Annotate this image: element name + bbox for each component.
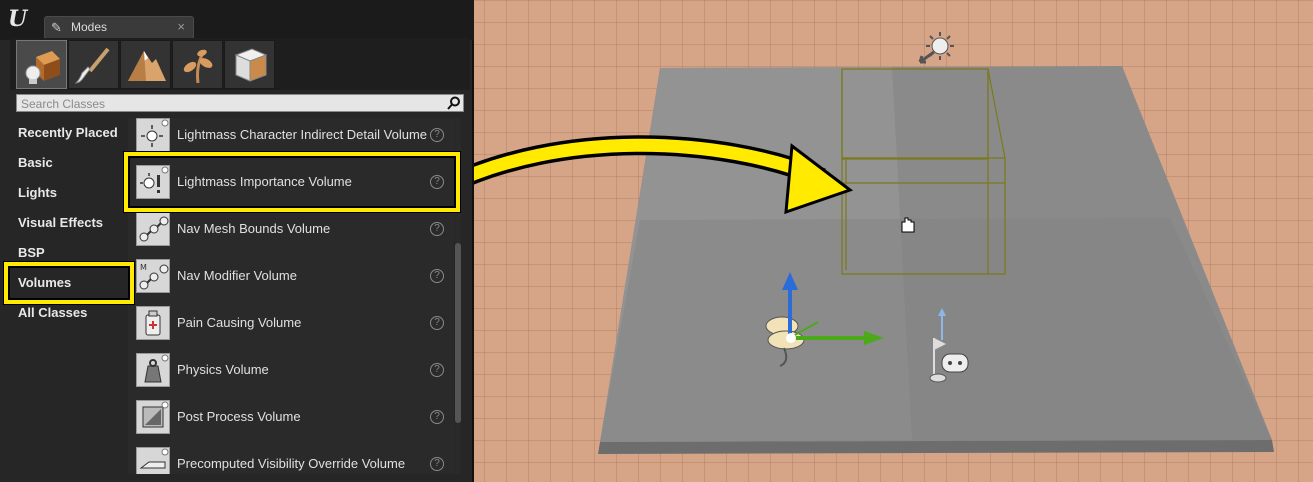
search-icon[interactable] [447, 96, 461, 110]
class-label: Nav Mesh Bounds Volume [177, 221, 331, 236]
foliage-mode-button[interactable] [172, 40, 223, 89]
help-icon[interactable]: ? [430, 316, 444, 330]
category-all-classes[interactable]: All Classes [18, 301, 130, 325]
highlight-volumes-category [4, 262, 134, 304]
search-classes-field[interactable] [16, 94, 464, 113]
pain-causing-icon [136, 306, 170, 340]
list-item[interactable]: Post Process Volume ? [128, 394, 454, 440]
highlight-lightmass-importance [124, 152, 460, 212]
post-process-icon [136, 400, 170, 434]
help-icon[interactable]: ? [430, 457, 444, 471]
place-icon [25, 51, 60, 84]
list-item[interactable]: Precomputed Visibility Override Volume ? [128, 441, 454, 474]
nav-mesh-icon [136, 212, 170, 246]
list-item[interactable]: Pain Causing Volume ? [128, 300, 454, 346]
help-icon[interactable]: ? [430, 269, 444, 283]
help-icon[interactable]: ? [430, 128, 444, 142]
help-icon[interactable]: ? [430, 222, 444, 236]
class-label: Lightmass Character Indirect Detail Volu… [177, 127, 428, 142]
svg-text:M: M [140, 263, 147, 272]
visibility-override-icon [136, 447, 170, 474]
nav-modifier-icon: M [136, 259, 170, 293]
class-label: Nav Modifier Volume [177, 268, 297, 283]
category-basic[interactable]: Basic [18, 151, 130, 175]
modes-panel: U ✎ Modes × Search Classes Recently Plac… [0, 0, 474, 482]
modes-tab-label: Modes [71, 20, 108, 34]
foliage-icon [183, 49, 213, 84]
unreal-logo-icon: U [8, 6, 28, 32]
help-icon[interactable]: ? [430, 410, 444, 424]
list-item[interactable]: M Nav Modifier Volume ? [128, 253, 454, 299]
list-item[interactable]: Nav Mesh Bounds Volume ? [128, 206, 454, 252]
modes-tab[interactable]: ✎ Modes × [44, 16, 194, 38]
geometry-icon [234, 48, 268, 82]
physics-icon [136, 353, 170, 387]
landscape-mode-button[interactable] [120, 40, 171, 89]
place-mode-button[interactable] [16, 40, 67, 89]
category-visual-effects[interactable]: Visual Effects [18, 211, 130, 235]
category-lights[interactable]: Lights [18, 181, 130, 205]
lightmass-icon [136, 118, 170, 152]
geometry-mode-button[interactable] [224, 40, 275, 89]
modes-tab-icon: ✎ [51, 20, 62, 35]
list-item[interactable]: Physics Volume ? [128, 347, 454, 393]
search-input[interactable] [19, 95, 443, 113]
paint-brush-icon [74, 47, 110, 84]
class-label: Precomputed Visibility Override Volume [177, 456, 406, 471]
mode-toolbar [10, 38, 470, 90]
directional-light-icon [918, 32, 954, 64]
scrollbar-thumb[interactable] [455, 243, 461, 423]
close-icon[interactable]: × [177, 19, 185, 34]
panel-titlebar: U ✎ Modes × [0, 0, 474, 40]
class-label: Post Process Volume [177, 409, 301, 424]
paint-mode-button[interactable] [68, 40, 119, 89]
category-recently-placed[interactable]: Recently Placed [18, 121, 130, 145]
class-label: Pain Causing Volume [177, 315, 302, 330]
help-icon[interactable]: ? [430, 363, 444, 377]
class-label: Physics Volume [177, 362, 269, 377]
landscape-icon [128, 51, 166, 81]
